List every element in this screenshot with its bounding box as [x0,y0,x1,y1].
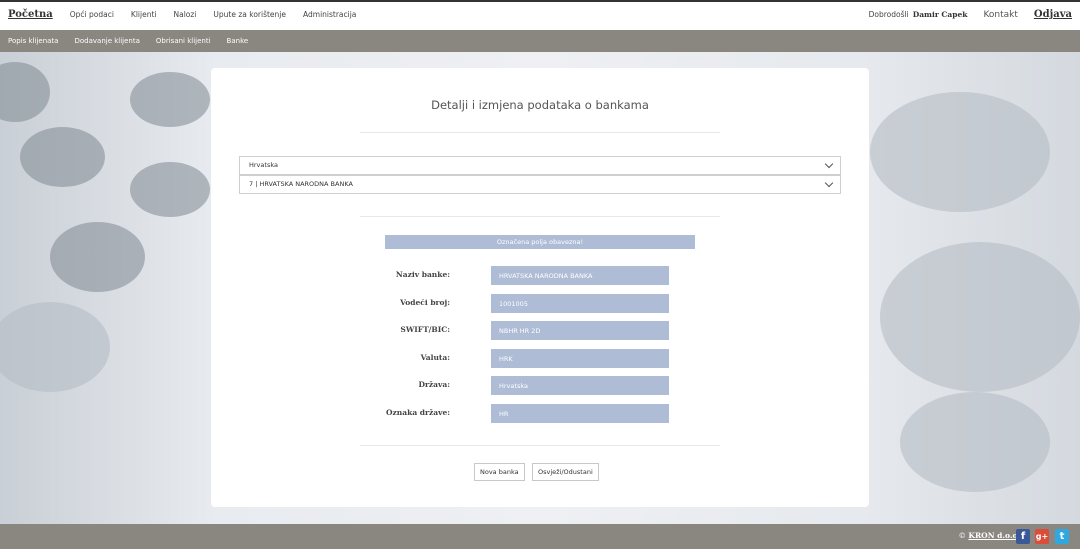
facebook-icon[interactable]: f [1016,529,1030,544]
refresh-cancel-button[interactable]: Osvježi/Odustani [532,463,599,481]
copyright: © KRON d.o.o. [959,531,1020,540]
currency-label: Valuta: [420,353,450,362]
home-link[interactable]: Početna [8,9,53,20]
subnav-deleted-clients[interactable]: Obrisani klijenti [156,37,211,45]
country-code-input[interactable] [491,404,669,423]
twitter-icon[interactable]: t [1055,529,1069,544]
bank-details-panel: Detalji i izmjena podataka o bankama Hrv… [211,68,869,507]
nav-orders[interactable]: Nalozi [173,10,196,19]
field-row-country: Država: [211,376,869,395]
field-row-swift: SWIFT/BIC: [211,321,869,340]
footer: © KRON d.o.o. f g+ t [0,524,1080,549]
country-select[interactable]: Hrvatska [239,156,841,175]
bank-select[interactable]: 7 | HRVATSKA NARODNA BANKA [239,175,841,194]
country-select-value: Hrvatska [249,161,278,169]
field-row-bank-name: Naziv banke: [211,266,869,285]
bank-select-value: 7 | HRVATSKA NARODNA BANKA [249,180,353,188]
currency-input[interactable] [491,349,669,368]
nav-general-data[interactable]: Opći podaci [70,10,114,19]
user-area: Dobrodošli Damir Capek Kontakt Odjava [869,9,1072,20]
country-input[interactable] [491,376,669,395]
bank-code-label: Vodeći broj: [400,298,450,307]
country-code-label: Oznaka države: [386,408,450,417]
subnav-banks[interactable]: Banke [227,37,249,45]
chevron-down-icon [824,178,834,188]
main-menu: Početna Opći podaci Klijenti Nalozi Uput… [8,9,373,20]
nav-administration[interactable]: Administracija [303,10,356,19]
company-link[interactable]: KRON d.o.o. [968,531,1020,540]
logout-link[interactable]: Odjava [1034,9,1072,20]
field-row-currency: Valuta: [211,349,869,368]
top-navigation-bar: Početna Opći podaci Klijenti Nalozi Uput… [0,0,1080,30]
copyright-symbol: © [958,531,967,540]
new-bank-button[interactable]: Nova banka [474,463,525,481]
divider [360,132,720,133]
bank-name-label: Naziv banke: [395,270,450,279]
google-plus-icon[interactable]: g+ [1035,529,1049,544]
required-fields-note: Označena polja obavezna! [385,235,695,249]
user-name: Damir Capek [912,10,968,19]
bank-code-input[interactable] [491,294,669,313]
divider [360,445,720,446]
page-title: Detalji i izmjena podataka o bankama [431,98,649,112]
field-row-bank-code: Vodeći broj: [211,294,869,313]
country-label: Država: [418,380,450,389]
bank-name-input[interactable] [491,266,669,285]
contact-link[interactable]: Kontakt [983,10,1017,20]
nav-clients[interactable]: Klijenti [131,10,157,19]
field-row-country-code: Oznaka države: [211,404,869,423]
nav-user-guide[interactable]: Upute za korištenje [213,10,286,19]
subnav-add-client[interactable]: Dodavanje klijenta [74,37,139,45]
subnav-client-list[interactable]: Popis klijenata [8,37,58,45]
welcome-text: Dobrodošli [868,10,909,19]
divider [360,216,720,217]
swift-input[interactable] [491,321,669,340]
chevron-down-icon [824,159,834,169]
swift-label: SWIFT/BIC: [400,325,450,334]
sub-navigation-bar: Popis klijenata Dodavanje klijenta Obris… [0,30,1080,52]
